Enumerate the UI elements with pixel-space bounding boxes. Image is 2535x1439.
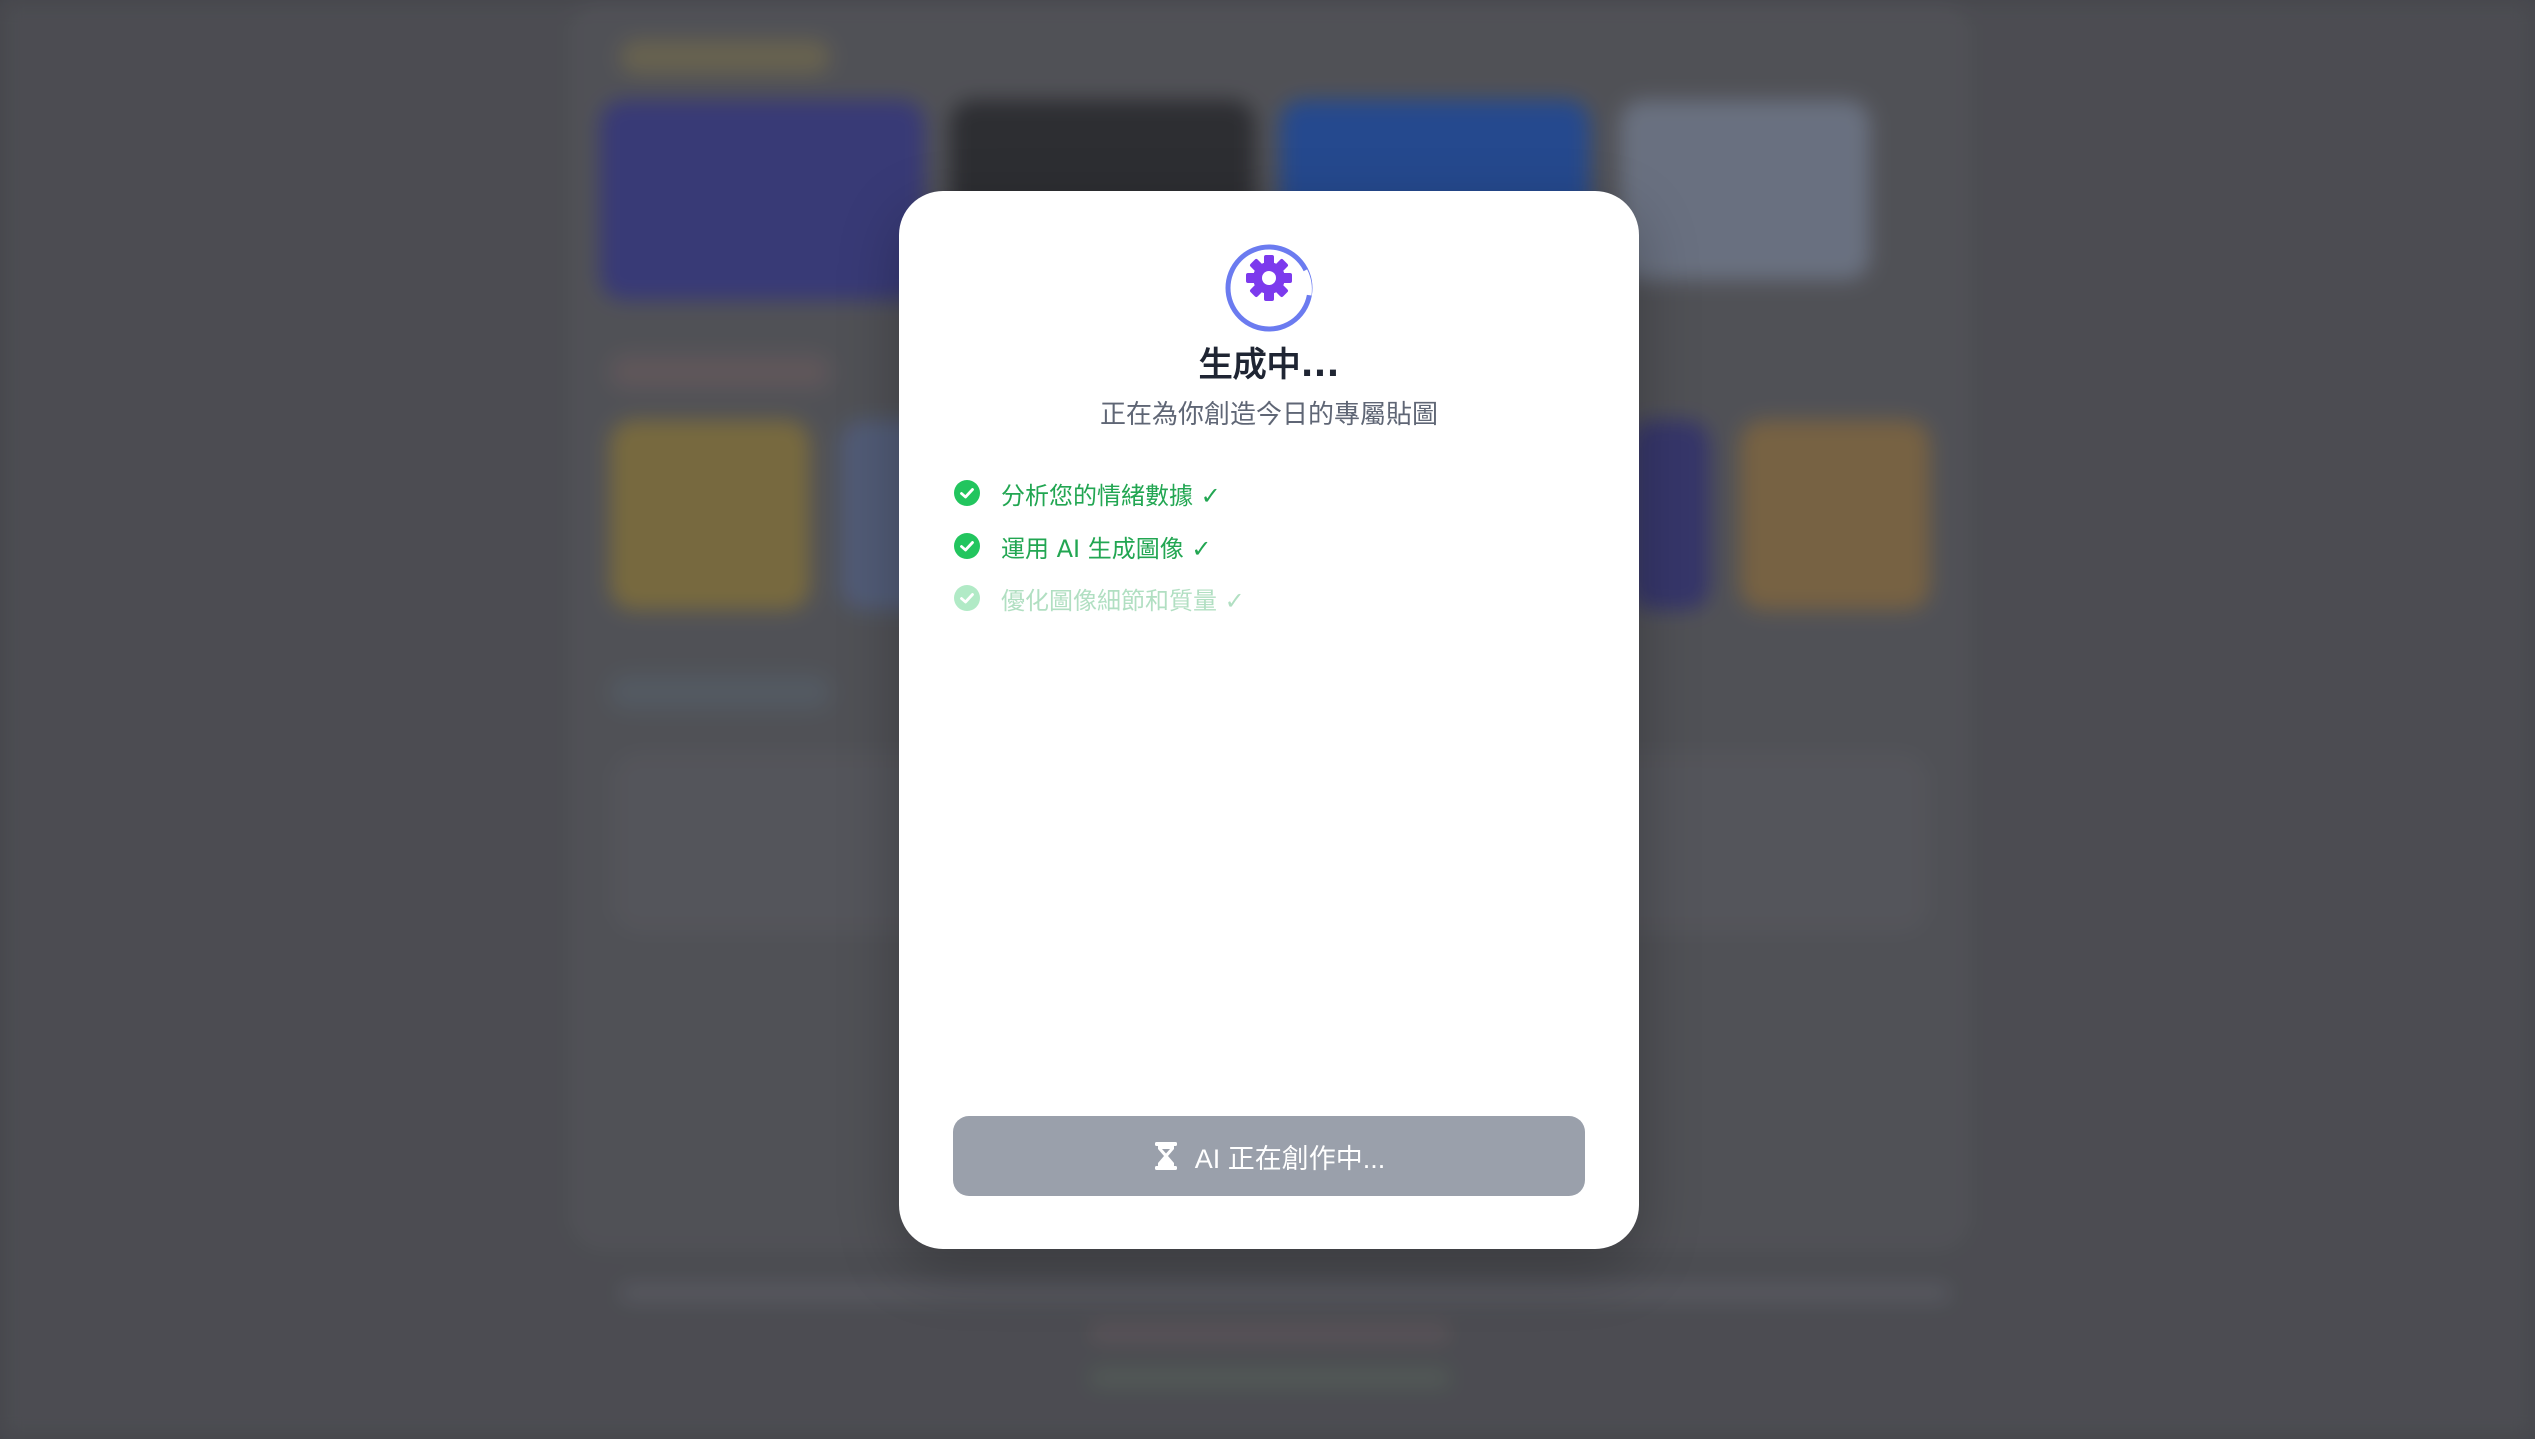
status-button-label: AI 正在創作中... (1194, 1143, 1386, 1174)
step-ai-generate: 運用 AI 生成圖像 ✓ (953, 526, 1212, 566)
step-label: 分析您的情緒數據 ✓ (1001, 481, 1221, 510)
gear-spinner-icon (1225, 244, 1313, 332)
check-circle-icon (954, 585, 980, 611)
check-circle-icon (954, 533, 980, 559)
modal-title: 生成中... (1198, 345, 1340, 385)
check-circle-icon (954, 480, 980, 506)
modal-subtitle: 正在為你創造今日的專屬貼圖 (1099, 400, 1438, 430)
generating-modal: 生成中... 正在為你創造今日的專屬貼圖 分析您的情緒數據 ✓ 運用 AI 生成… (899, 191, 1639, 1249)
step-optimize-quality: 優化圖像細節和質量 ✓ (953, 578, 1245, 618)
hourglass-icon (1154, 1142, 1177, 1170)
step-analyze-emotion: 分析您的情緒數據 ✓ (953, 473, 1221, 513)
ai-creating-button[interactable]: AI 正在創作中... (953, 1116, 1585, 1196)
step-label: 運用 AI 生成圖像 ✓ (1001, 534, 1212, 563)
step-label: 優化圖像細節和質量 ✓ (1001, 586, 1245, 615)
